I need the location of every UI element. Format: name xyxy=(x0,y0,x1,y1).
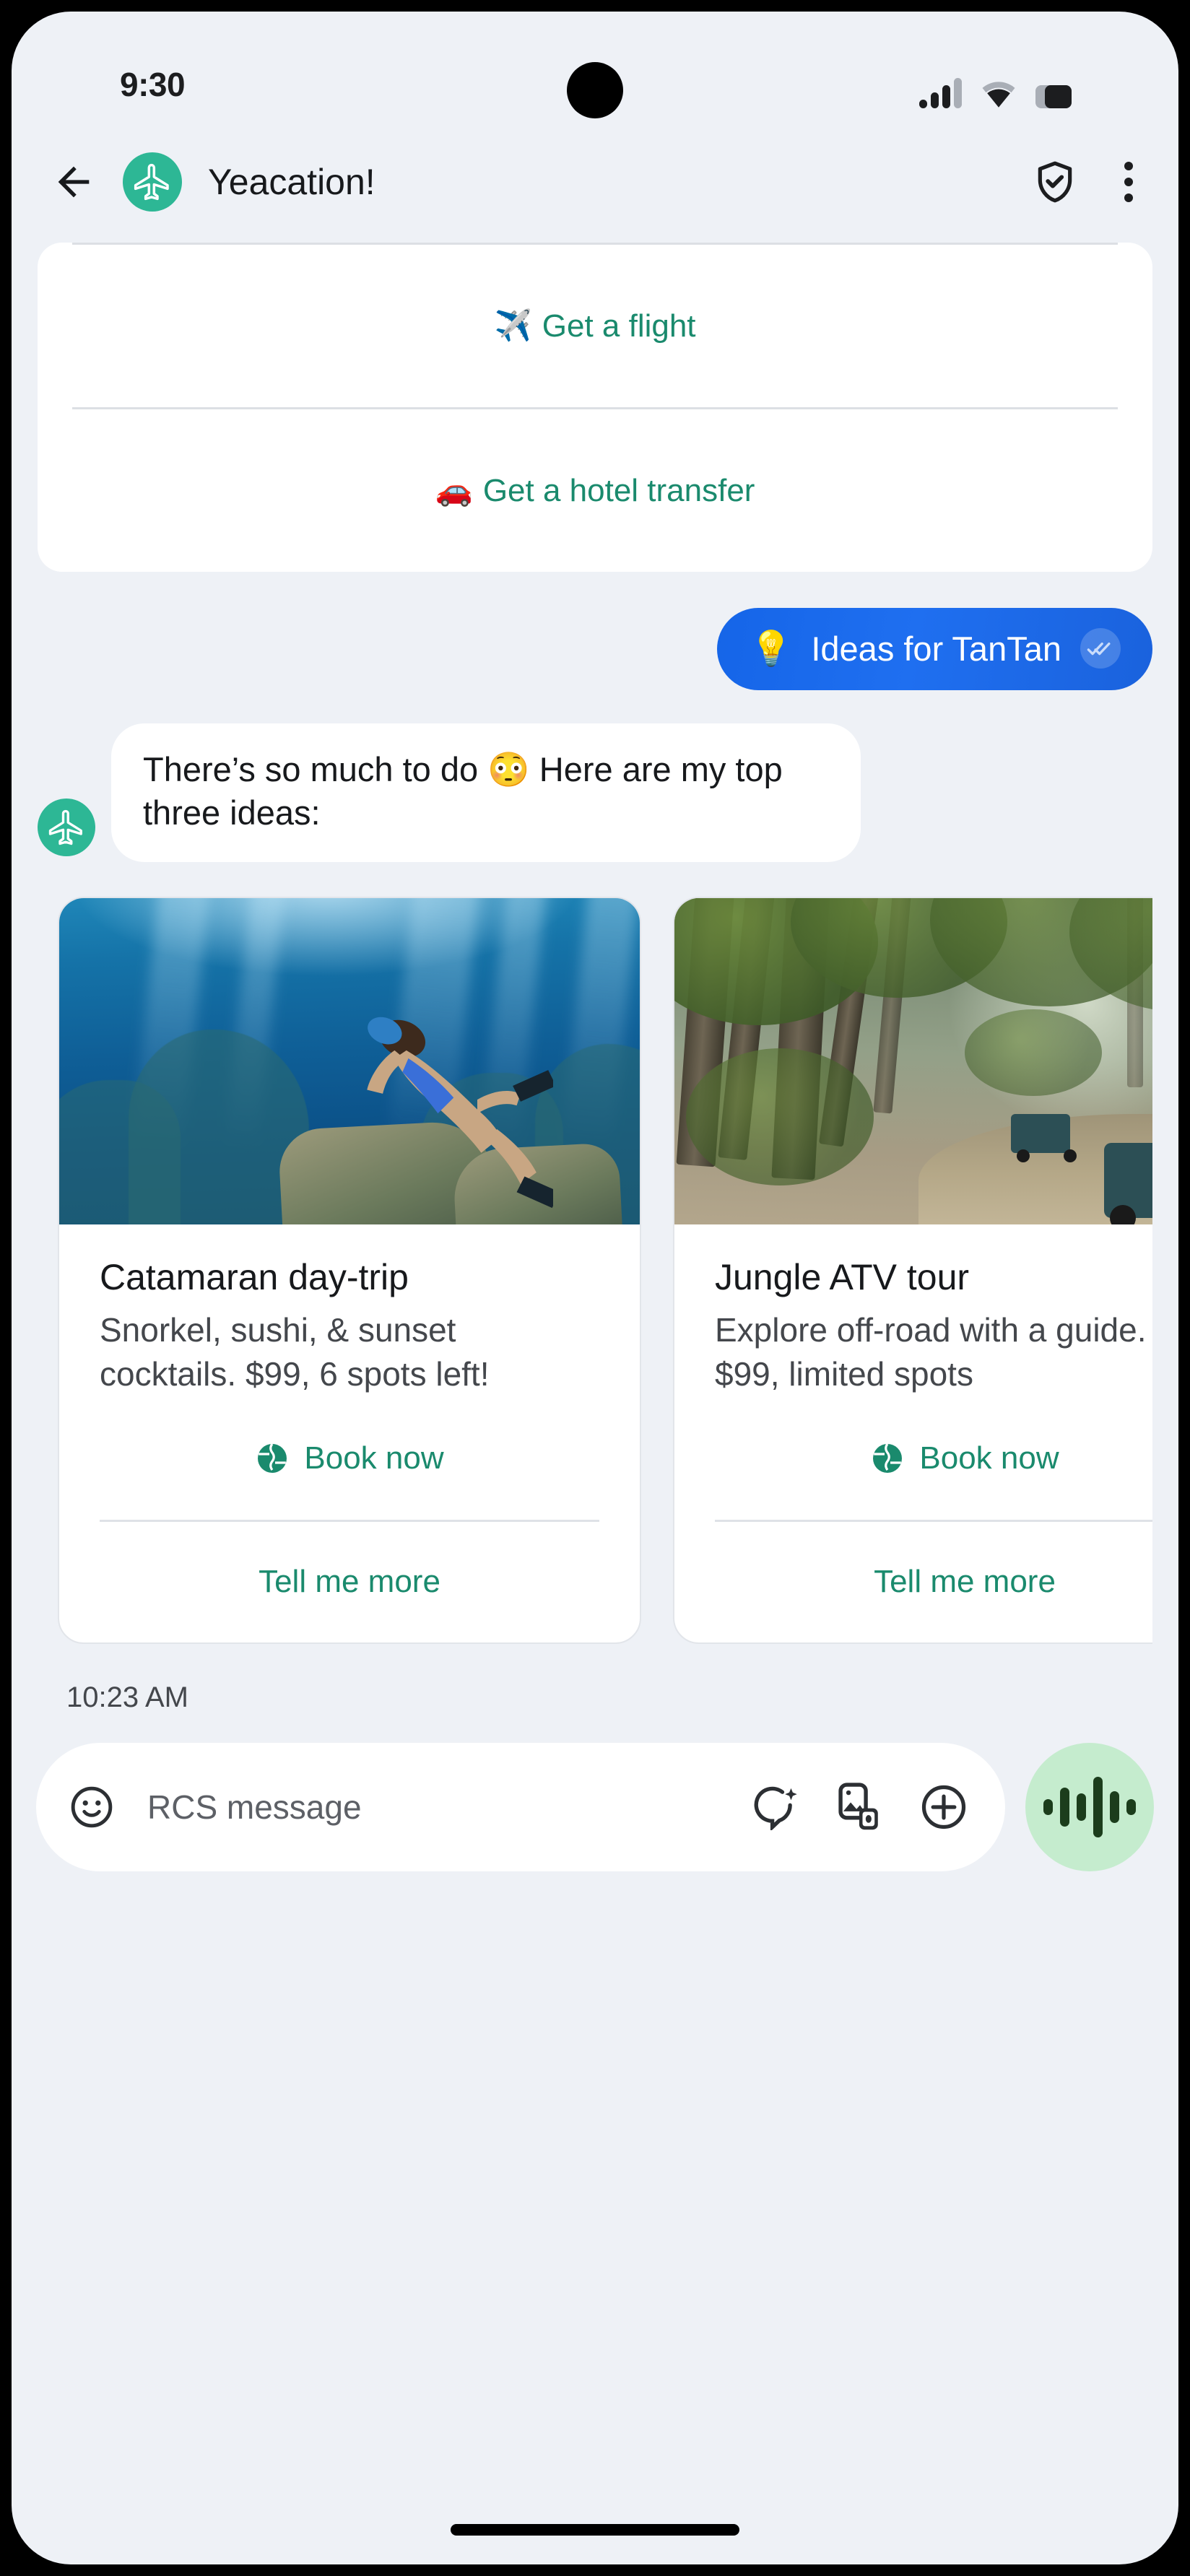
wifi-icon xyxy=(982,82,1015,108)
card-book-now-button[interactable]: Book now xyxy=(674,1397,1152,1520)
airplane-avatar-icon xyxy=(134,163,169,201)
message-list: ✈️ Get a flight 🚗 Get a hotel transfer 💡… xyxy=(12,243,1178,1714)
status-bar: 9:30 xyxy=(12,12,1178,127)
globe-icon xyxy=(873,1443,903,1473)
card-description: Snorkel, sushi, & sunset cocktails. $99,… xyxy=(100,1311,490,1393)
page-title: Yeacation! xyxy=(208,162,375,202)
card-title: Catamaran day-trip xyxy=(100,1257,409,1298)
voice-waveform-icon xyxy=(1043,1776,1136,1837)
card-title: Jungle ATV tour xyxy=(715,1257,970,1298)
outgoing-message-row: 💡 Ideas for TanTan xyxy=(38,608,1152,690)
suggestion-get-a-flight[interactable]: ✈️ Get a flight xyxy=(72,243,1118,407)
card-tell-me-more-button[interactable]: Tell me more xyxy=(100,1519,599,1642)
globe-icon xyxy=(258,1443,287,1473)
status-bar-clock: 9:30 xyxy=(120,66,186,103)
incoming-message-bubble[interactable]: There’s so much to do 😳 Here are my top … xyxy=(111,723,861,863)
card-book-now-label: Book now xyxy=(919,1440,1059,1476)
card-image-jungle xyxy=(674,898,1152,1225)
back-arrow-icon[interactable] xyxy=(51,159,97,205)
message-input-container[interactable]: RCS message xyxy=(36,1742,1005,1871)
rich-card[interactable]: Catamaran day-trip Snorkel, sushi, & sun… xyxy=(58,897,641,1644)
card-book-now-label: Book now xyxy=(304,1440,444,1476)
rich-card[interactable]: Jungle ATV tour Explore off-road with a … xyxy=(673,897,1152,1644)
phone-screen: 9:30 Yeacation! ✈️ Get a flight 🚗 Get a … xyxy=(12,12,1178,2564)
home-indicator xyxy=(451,2524,739,2536)
card-tell-me-more-label: Tell me more xyxy=(874,1564,1056,1600)
lightbulb-icon: 💡 xyxy=(750,629,793,667)
avatar[interactable] xyxy=(38,799,95,857)
phone-frame: 9:30 Yeacation! ✈️ Get a flight 🚗 Get a … xyxy=(0,0,1190,2576)
conversation-app-bar: Yeacation! xyxy=(12,127,1178,237)
card-description: Explore off-road with a guide. $99, limi… xyxy=(715,1311,1147,1393)
voice-input-button[interactable] xyxy=(1025,1742,1154,1871)
magic-compose-icon[interactable] xyxy=(754,1784,800,1830)
outgoing-message-text: Ideas for TanTan xyxy=(811,629,1061,668)
suggestion-card: ✈️ Get a flight 🚗 Get a hotel transfer xyxy=(38,243,1152,572)
incoming-message-text: There’s so much to do 😳 Here are my top … xyxy=(143,750,783,832)
battery-icon xyxy=(1035,85,1072,108)
incoming-message-row: There’s so much to do 😳 Here are my top … xyxy=(38,723,1152,863)
status-bar-icons xyxy=(919,74,1072,108)
avatar[interactable] xyxy=(123,152,182,212)
cellular-signal-icon xyxy=(919,78,962,108)
shield-check-icon[interactable] xyxy=(1033,160,1077,204)
rich-card-carousel[interactable]: Catamaran day-trip Snorkel, sushi, & sun… xyxy=(38,897,1152,1644)
card-book-now-button[interactable]: Book now xyxy=(59,1397,640,1520)
suggestion-get-a-hotel-transfer[interactable]: 🚗 Get a hotel transfer xyxy=(72,407,1118,572)
card-image-underwater xyxy=(59,898,640,1225)
emoji-smiley-icon[interactable] xyxy=(69,1785,114,1829)
message-input[interactable]: RCS message xyxy=(147,1788,729,1827)
double-check-icon xyxy=(1080,628,1121,669)
camera-punch-hole xyxy=(567,62,623,118)
composer-bar: RCS message xyxy=(12,1742,1178,1871)
airplane-icon: ✈️ xyxy=(494,308,532,342)
car-icon: 🚗 xyxy=(435,473,473,507)
freediver-figure xyxy=(367,1017,553,1209)
more-vertical-icon[interactable] xyxy=(1116,162,1141,202)
plus-attach-icon[interactable] xyxy=(920,1783,968,1831)
suggestion-label: Get a hotel transfer xyxy=(482,472,755,508)
message-timestamp: 10:23 AM xyxy=(66,1681,189,1713)
outgoing-message-bubble[interactable]: 💡 Ideas for TanTan xyxy=(716,608,1152,690)
card-tell-me-more-button[interactable]: Tell me more xyxy=(715,1519,1152,1642)
card-tell-me-more-label: Tell me more xyxy=(259,1564,440,1600)
gallery-camera-icon[interactable] xyxy=(835,1782,885,1832)
suggestion-label: Get a flight xyxy=(542,308,696,344)
airplane-avatar-icon xyxy=(48,810,82,845)
